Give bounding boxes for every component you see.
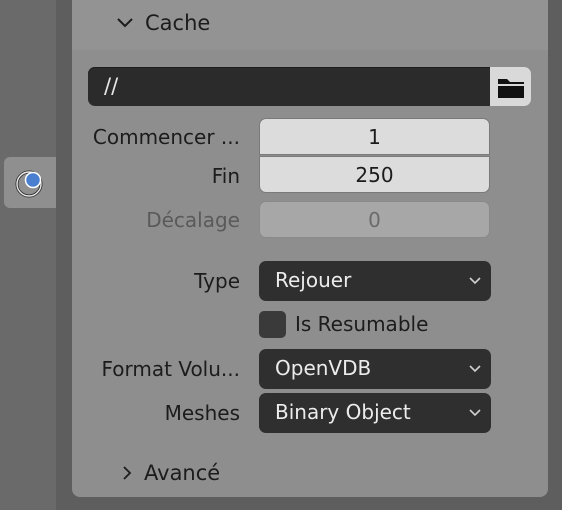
meshes-dropdown[interactable]: Binary Object — [259, 393, 491, 433]
advanced-label: Avancé — [144, 461, 221, 485]
cache-panel-header[interactable]: Cache — [72, 0, 548, 50]
is-resumable-label: Is Resumable — [295, 312, 429, 336]
chevron-down-icon — [469, 365, 481, 373]
frame-offset-label: Décalage — [146, 208, 240, 232]
chevron-down-icon — [469, 277, 481, 285]
type-value: Rejouer — [275, 268, 352, 292]
meshes-value: Binary Object — [275, 400, 411, 424]
meshes-label: Meshes — [164, 401, 240, 425]
chevron-down-icon — [469, 409, 481, 417]
frame-end-field[interactable]: 250 — [259, 156, 490, 193]
is-resumable-checkbox[interactable] — [259, 311, 286, 338]
type-dropdown[interactable]: Rejouer — [259, 261, 491, 301]
cache-path-value: // — [104, 74, 119, 98]
browse-folder-button[interactable] — [490, 67, 531, 106]
frame-start-label: Commencer ... — [92, 125, 240, 149]
format-volume-value: OpenVDB — [275, 356, 372, 380]
panel-gutter — [56, 0, 72, 510]
frame-start-field[interactable]: 1 — [259, 118, 490, 155]
chevron-right-icon — [123, 466, 132, 480]
cache-path-input[interactable]: // — [88, 67, 490, 106]
format-volume-label: Format Volu... — [101, 357, 240, 381]
panel-title: Cache — [145, 11, 211, 35]
frame-offset-field: 0 — [259, 201, 490, 238]
chevron-down-icon — [117, 18, 133, 28]
folder-icon — [497, 78, 524, 98]
scrollbar-gutter — [548, 0, 562, 510]
type-label: Type — [194, 269, 240, 293]
frame-end-label: Fin — [211, 164, 240, 188]
properties-tab-strip — [0, 0, 56, 510]
format-volume-dropdown[interactable]: OpenVDB — [259, 349, 491, 389]
advanced-subpanel-header[interactable]: Avancé — [110, 455, 410, 491]
